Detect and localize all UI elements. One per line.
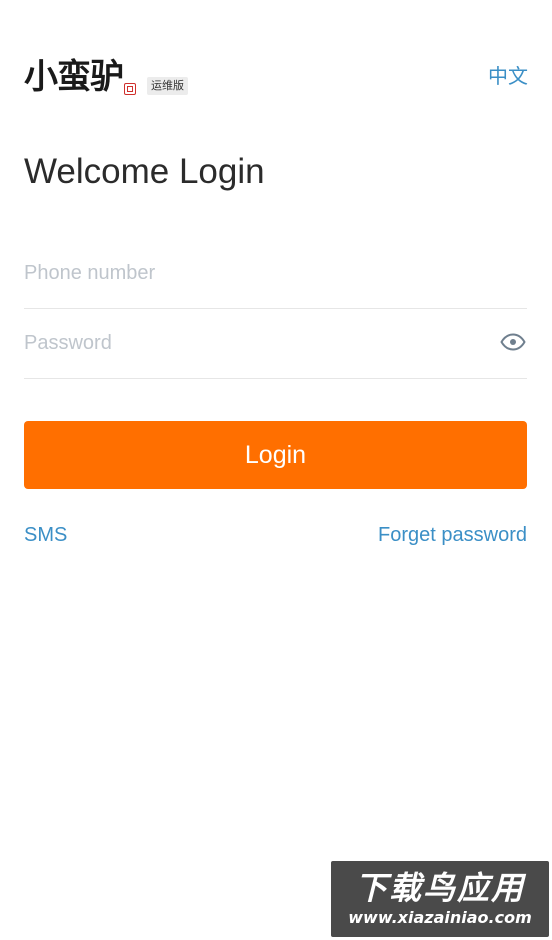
page-title: Welcome Login: [24, 152, 265, 191]
password-field: [24, 308, 527, 379]
phone-field: [24, 238, 527, 309]
language-switch-link[interactable]: 中文: [488, 60, 528, 89]
watermark-title: 下载鸟应用: [354, 869, 525, 907]
watermark: 下载鸟应用 www.xiazainiao.com: [331, 861, 549, 937]
password-input[interactable]: [24, 308, 484, 378]
edition-badge: 运维版: [147, 77, 188, 95]
sms-login-link[interactable]: SMS: [24, 524, 67, 547]
eye-icon[interactable]: [499, 330, 527, 354]
watermark-url: www.xiazainiao.com: [348, 908, 532, 927]
forgot-password-link[interactable]: Forget password: [378, 524, 527, 547]
phone-input[interactable]: [24, 238, 484, 308]
logo-seal-icon: [124, 83, 136, 95]
logo-text: 小蛮驴: [24, 57, 124, 97]
app-logo: 小蛮驴: [24, 58, 136, 96]
login-button[interactable]: Login: [24, 421, 527, 489]
